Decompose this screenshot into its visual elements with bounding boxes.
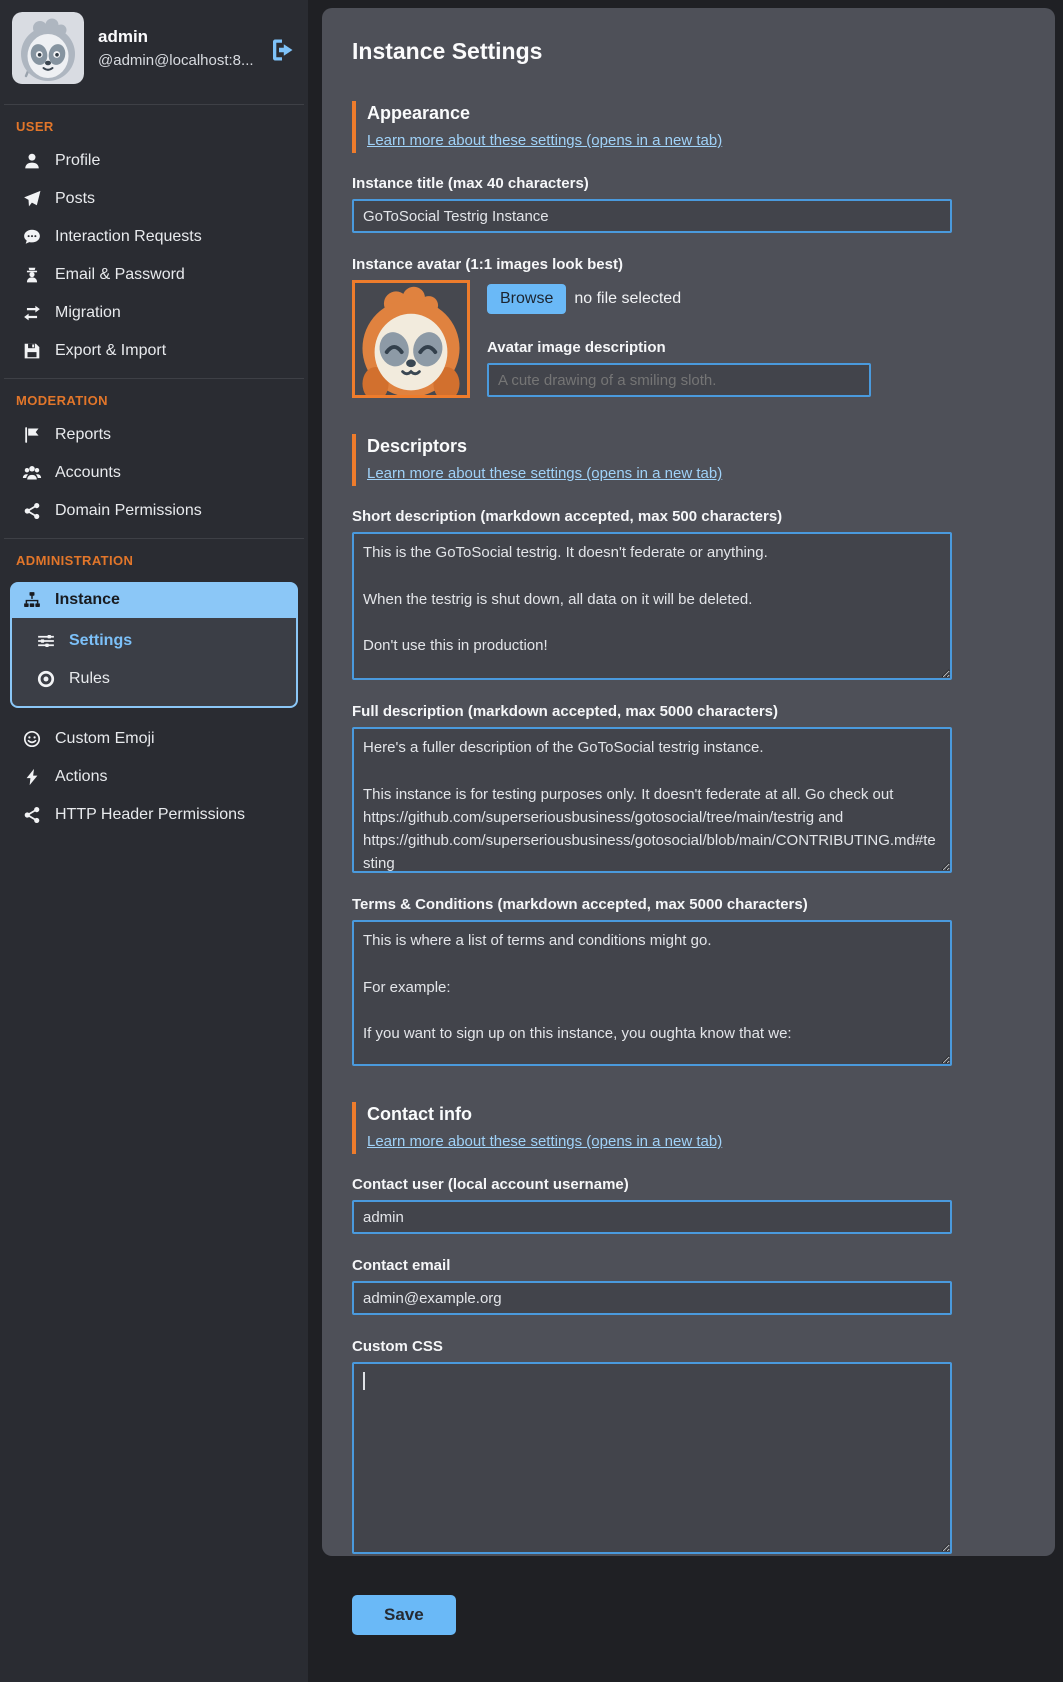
paper-plane-icon [22, 190, 42, 208]
sidebar-item-label: Accounts [55, 464, 121, 482]
sidebar-item-label: Domain Permissions [55, 502, 202, 520]
learn-more-link[interactable]: Learn more about these settings (opens i… [367, 1133, 722, 1150]
learn-more-link[interactable]: Learn more about these settings (opens i… [367, 132, 722, 149]
sidebar-item-label: Instance [55, 591, 120, 609]
sidebar-item-label: Interaction Requests [55, 228, 202, 246]
user-card[interactable]: admin @admin@localhost:8... [0, 8, 308, 96]
instance-title-field: Instance title (max 40 characters) [352, 175, 952, 233]
instance-submenu: Settings Rules [10, 618, 298, 708]
sidebar-item-label: Export & Import [55, 342, 166, 360]
instance-avatar-field: Instance avatar (1:1 images look best) [352, 256, 952, 398]
full-description-label: Full description (markdown accepted, max… [352, 703, 952, 720]
sidebar-item-label: Profile [55, 152, 100, 170]
smile-icon [22, 730, 42, 748]
section-title: Descriptors [367, 436, 1025, 457]
contact-email-field: Contact email [352, 1257, 952, 1315]
custom-css-field: Custom CSS [352, 1338, 952, 1554]
flag-icon [22, 426, 42, 444]
sidebar-item-migration[interactable]: Migration [0, 294, 308, 332]
sidebar-item-label: Reports [55, 426, 111, 444]
instance-title-input[interactable] [352, 199, 952, 233]
section-appearance: Appearance Learn more about these settin… [352, 101, 1025, 153]
instance-avatar-label: Instance avatar (1:1 images look best) [352, 256, 952, 273]
page-title: Instance Settings [352, 38, 1025, 65]
user-handle: @admin@localhost:8... [98, 50, 254, 73]
terms-field: Terms & Conditions (markdown accepted, m… [352, 896, 952, 1066]
section-title: Appearance [367, 103, 1025, 124]
browse-button[interactable]: Browse [487, 284, 566, 314]
full-description-textarea[interactable]: Here's a fuller description of the GoToS… [352, 727, 952, 873]
user-secret-icon [22, 266, 42, 284]
user-avatar [12, 12, 84, 84]
contact-user-input[interactable] [352, 1200, 952, 1234]
section-label-user: USER [0, 105, 308, 142]
sidebar-item-label: Custom Emoji [55, 730, 155, 748]
sidebar-item-accounts[interactable]: Accounts [0, 454, 308, 492]
instance-nav-group: Instance Settings Rules [10, 582, 298, 708]
short-description-label: Short description (markdown accepted, ma… [352, 508, 952, 525]
instance-avatar-image [352, 280, 470, 398]
sidebar-item-label: Actions [55, 768, 107, 786]
instance-title-label: Instance title (max 40 characters) [352, 175, 952, 192]
sitemap-icon [22, 591, 42, 609]
sidebar-item-label: Rules [69, 670, 110, 688]
users-icon [22, 464, 42, 482]
full-description-field: Full description (markdown accepted, max… [352, 703, 952, 873]
instance-settings-panel: Instance Settings Appearance Learn more … [322, 8, 1055, 1556]
share-nodes-icon [22, 806, 42, 824]
contact-email-label: Contact email [352, 1257, 952, 1274]
contact-user-field: Contact user (local account username) [352, 1176, 952, 1234]
save-button[interactable]: Save [352, 1595, 456, 1635]
logout-icon[interactable] [270, 34, 294, 62]
custom-css-textarea[interactable] [352, 1362, 952, 1554]
custom-css-label: Custom CSS [352, 1338, 952, 1355]
sidebar-item-label: Posts [55, 190, 95, 208]
sidebar-item-instance[interactable]: Instance [10, 582, 298, 618]
share-nodes-icon [22, 502, 42, 520]
section-descriptors: Descriptors Learn more about these setti… [352, 434, 1025, 486]
terms-label: Terms & Conditions (markdown accepted, m… [352, 896, 952, 913]
contact-user-label: Contact user (local account username) [352, 1176, 952, 1193]
sidebar-item-http-header-permissions[interactable]: HTTP Header Permissions [0, 796, 308, 834]
sidebar: admin @admin@localhost:8... USER Profile… [0, 0, 308, 1682]
floppy-disk-icon [22, 342, 42, 360]
bolt-icon [22, 768, 42, 786]
sidebar-item-export-import[interactable]: Export & Import [0, 332, 308, 370]
section-label-moderation: MODERATION [0, 379, 308, 416]
section-title: Contact info [367, 1104, 1025, 1125]
comment-dots-icon [22, 228, 42, 246]
user-name: admin [98, 24, 254, 50]
sidebar-item-interaction-requests[interactable]: Interaction Requests [0, 218, 308, 256]
sidebar-item-label: Migration [55, 304, 121, 322]
sidebar-item-posts[interactable]: Posts [0, 180, 308, 218]
sidebar-item-custom-emoji[interactable]: Custom Emoji [0, 720, 308, 758]
learn-more-link[interactable]: Learn more about these settings (opens i… [367, 465, 722, 482]
sidebar-item-rules[interactable]: Rules [12, 660, 296, 698]
sidebar-item-profile[interactable]: Profile [0, 142, 308, 180]
file-status-text: no file selected [574, 290, 681, 308]
exchange-icon [22, 304, 42, 322]
short-description-field: Short description (markdown accepted, ma… [352, 508, 952, 680]
text-caret [363, 1372, 365, 1390]
sliders-icon [36, 632, 56, 650]
section-label-administration: ADMINISTRATION [0, 539, 308, 576]
avatar-description-input[interactable] [487, 363, 871, 397]
avatar-description-label: Avatar image description [487, 339, 871, 356]
user-icon [22, 152, 42, 170]
sidebar-item-email-password[interactable]: Email & Password [0, 256, 308, 294]
sidebar-item-actions[interactable]: Actions [0, 758, 308, 796]
sidebar-item-domain-permissions[interactable]: Domain Permissions [0, 492, 308, 530]
sidebar-item-settings[interactable]: Settings [12, 622, 296, 660]
sidebar-item-reports[interactable]: Reports [0, 416, 308, 454]
terms-textarea[interactable]: This is where a list of terms and condit… [352, 920, 952, 1066]
sidebar-item-label: HTTP Header Permissions [55, 806, 245, 824]
section-contact-info: Contact info Learn more about these sett… [352, 1102, 1025, 1154]
contact-email-input[interactable] [352, 1281, 952, 1315]
sidebar-item-label: Settings [69, 632, 132, 650]
circle-dot-icon [36, 670, 56, 688]
short-description-textarea[interactable]: This is the GoToSocial testrig. It doesn… [352, 532, 952, 680]
sidebar-item-label: Email & Password [55, 266, 185, 284]
